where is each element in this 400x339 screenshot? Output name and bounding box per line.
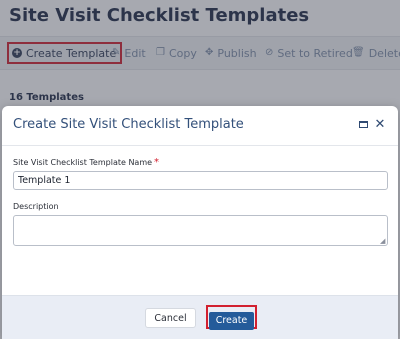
description-input[interactable] xyxy=(13,215,388,246)
template-name-label: Site Visit Checklist Template Name * xyxy=(13,157,159,168)
dialog-title: Create Site Visit Checklist Template xyxy=(13,117,244,132)
create-button[interactable]: Create xyxy=(209,311,254,330)
dialog-header: Create Site Visit Checklist Template ✕ xyxy=(2,106,398,146)
description-label: Description xyxy=(13,202,59,211)
template-name-input[interactable] xyxy=(13,171,388,190)
resize-grip-icon[interactable]: ◢ xyxy=(380,238,385,245)
create-button-highlight: Create xyxy=(206,305,257,330)
create-template-dialog: Create Site Visit Checklist Template ✕ S… xyxy=(2,106,398,339)
template-name-label-text: Site Visit Checklist Template Name xyxy=(13,158,153,167)
dialog-footer: Cancel Create xyxy=(2,295,398,339)
close-icon[interactable]: ✕ xyxy=(372,116,388,132)
cancel-button[interactable]: Cancel xyxy=(145,308,196,328)
required-asterisk: * xyxy=(154,157,160,168)
maximize-icon[interactable] xyxy=(355,116,371,132)
